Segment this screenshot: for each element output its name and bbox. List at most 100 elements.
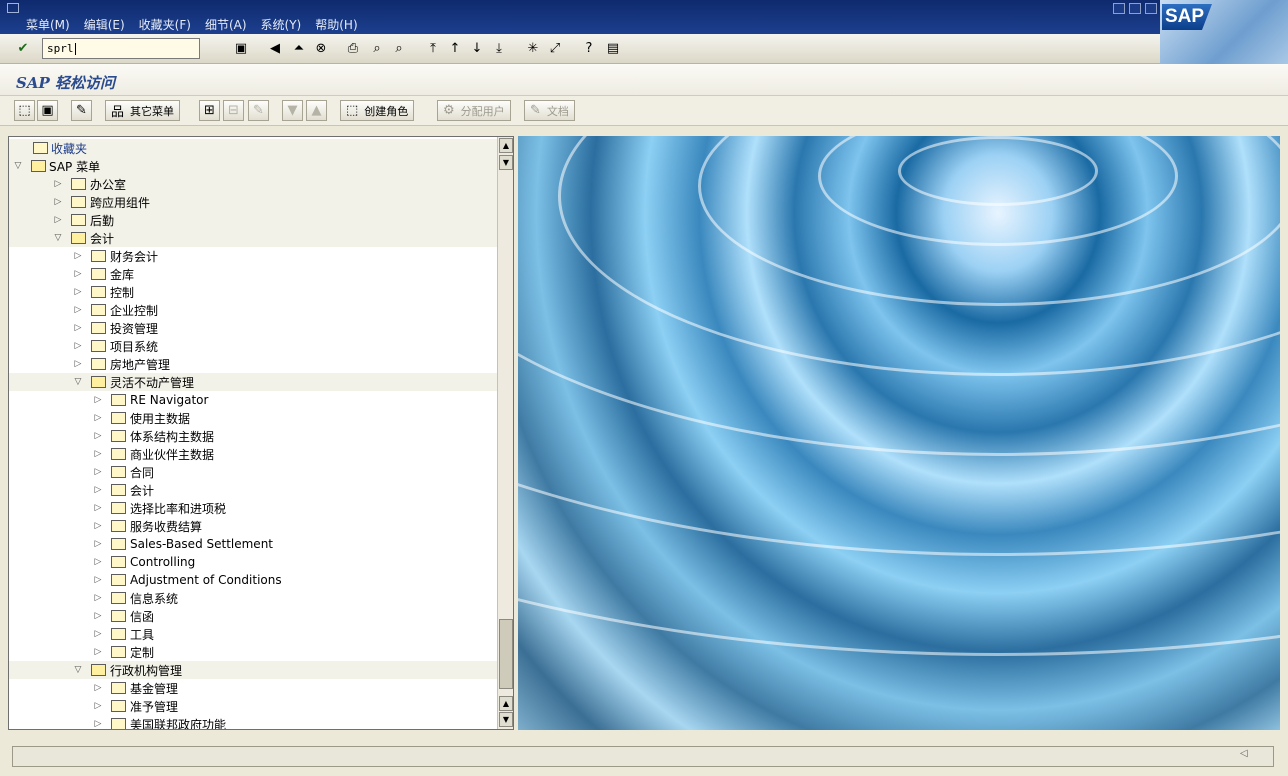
tree-node[interactable]: ▷ 选择比率和进项税	[9, 499, 497, 517]
tree-node[interactable]: ▷ 后勤	[9, 211, 497, 229]
last-page-icon[interactable]: ⤓	[490, 39, 508, 57]
expand-icon[interactable]: ▷	[93, 431, 103, 441]
tree-node[interactable]: ▷ 会计	[9, 481, 497, 499]
expand-icon[interactable]: ▷	[73, 359, 83, 369]
tree-node[interactable]: ▷ Adjustment of Conditions	[9, 571, 497, 589]
tree-node[interactable]: ▷ 使用主数据	[9, 409, 497, 427]
maximize-icon[interactable]	[1129, 3, 1141, 14]
menu-item[interactable]: 系统(Y)	[261, 16, 302, 33]
expand-icon[interactable]: ▷	[73, 323, 83, 333]
menu-item[interactable]: 收藏夹(F)	[139, 16, 191, 33]
expand-icon[interactable]: ▷	[73, 305, 83, 315]
scroll-up-icon[interactable]: ▲	[499, 138, 513, 153]
tree-node[interactable]: ▷ 信函	[9, 607, 497, 625]
print-icon[interactable]: ⎙	[344, 39, 362, 57]
tree-node[interactable]: ▷ 基金管理	[9, 679, 497, 697]
expand-icon[interactable]: ▷	[93, 557, 103, 567]
tree-node[interactable]: ▷ 美国联邦政府功能	[9, 715, 497, 729]
menu-item[interactable]: 菜单(M)	[26, 16, 70, 33]
expand-icon[interactable]: ▷	[93, 539, 103, 549]
sap-menu-icon[interactable]: ✎	[71, 100, 92, 121]
expand-icon[interactable]: ▷	[53, 197, 63, 207]
favorite-folder-icon[interactable]: ▣	[37, 100, 58, 121]
tree-node[interactable]: ▷ Sales-Based Settlement	[9, 535, 497, 553]
close-icon[interactable]	[1145, 3, 1157, 14]
prev-page-icon[interactable]: ↑	[446, 39, 464, 57]
menu-item[interactable]: 细节(A)	[205, 16, 247, 33]
menu-item[interactable]: 编辑(E)	[84, 16, 125, 33]
new-session-icon[interactable]: ✳	[524, 39, 542, 57]
expand-icon[interactable]: ▷	[53, 215, 63, 225]
tree-node[interactable]: ▷ 企业控制	[9, 301, 497, 319]
first-page-icon[interactable]: ⤒	[424, 39, 442, 57]
create-role-button[interactable]: ⬚ 创建角色	[340, 100, 415, 121]
tree-node[interactable]: ▽ 行政机构管理	[9, 661, 497, 679]
move-down-icon[interactable]: ▼	[282, 100, 303, 121]
expand-icon[interactable]: ▷	[93, 485, 103, 495]
layout-icon[interactable]: ▤	[604, 39, 622, 57]
collapse-icon[interactable]: ▽	[53, 233, 63, 243]
expand-icon[interactable]: ▷	[93, 503, 103, 513]
tree-node-sap-menu[interactable]: ▽ SAP 菜单	[9, 157, 497, 175]
assign-users-button[interactable]: ⚙ 分配用户	[437, 100, 511, 121]
scroll-down-icon[interactable]: ▼	[499, 712, 513, 727]
tree-node[interactable]: ▷ 信息系统	[9, 589, 497, 607]
expand-icon[interactable]: ▷	[73, 251, 83, 261]
expand-icon[interactable]: ▷	[93, 449, 103, 459]
move-up-icon[interactable]: ▲	[306, 100, 327, 121]
collapse-icon[interactable]: ▽	[73, 377, 83, 387]
scroll-down-icon[interactable]: ▼	[499, 155, 513, 170]
other-menu-button[interactable]: 品其它菜单	[105, 100, 181, 121]
exit-icon[interactable]: ⏶	[290, 39, 308, 57]
find-next-icon[interactable]: ⌕	[390, 39, 408, 57]
expand-icon[interactable]: ▷	[93, 701, 103, 711]
expand-icon[interactable]: ▷	[93, 611, 103, 621]
tree-node[interactable]: ▷ 商业伙伴主数据	[9, 445, 497, 463]
tree-node[interactable]: ▷ 服务收费结算	[9, 517, 497, 535]
tree-node[interactable]: ▷ 投资管理	[9, 319, 497, 337]
tree-node[interactable]: ▷ 跨应用组件	[9, 193, 497, 211]
window-icon[interactable]	[7, 3, 19, 13]
tree-scrollbar[interactable]: ▲ ▼ ▲ ▼	[497, 137, 513, 729]
tree-node[interactable]: ▷ 项目系统	[9, 337, 497, 355]
save-icon[interactable]: ▣	[232, 39, 250, 57]
tree-node[interactable]: ▷ 控制	[9, 283, 497, 301]
expand-icon[interactable]: ▷	[93, 467, 103, 477]
documentation-button[interactable]: ✎ 文档	[524, 100, 575, 121]
tree-node-favorites[interactable]: 收藏夹	[9, 139, 497, 157]
expand-icon[interactable]: ▷	[93, 719, 103, 729]
tree-node[interactable]: ▷ 金库	[9, 265, 497, 283]
expand-icon[interactable]: ▷	[93, 395, 103, 405]
scroll-up-icon[interactable]: ▲	[499, 696, 513, 711]
expand-icon[interactable]: ▷	[93, 647, 103, 657]
expand-icon[interactable]: ▷	[93, 413, 103, 423]
expand-icon[interactable]: ▷	[93, 593, 103, 603]
tree-node[interactable]: ▷ 定制	[9, 643, 497, 661]
minimize-icon[interactable]	[1113, 3, 1125, 14]
tree-node[interactable]: ▷ 准予管理	[9, 697, 497, 715]
expand-icon[interactable]: ▷	[93, 575, 103, 585]
expand-icon[interactable]: ▷	[73, 287, 83, 297]
find-icon[interactable]: ⌕	[368, 39, 386, 57]
help-icon[interactable]: ?	[580, 39, 598, 57]
delete-favorite-icon[interactable]: ⊟	[223, 100, 244, 121]
collapse-icon[interactable]: ▽	[73, 665, 83, 675]
add-favorite-icon[interactable]: ⬚	[14, 100, 35, 121]
tree-node[interactable]: ▷ 房地产管理	[9, 355, 497, 373]
command-field[interactable]: sprl	[42, 38, 200, 59]
menu-item[interactable]: 帮助(H)	[315, 16, 357, 33]
status-expand-icon[interactable]: ◁	[1240, 748, 1248, 759]
tree-node[interactable]: ▽ 灵活不动产管理	[9, 373, 497, 391]
collapse-icon[interactable]: ▽	[13, 161, 23, 171]
back-icon[interactable]: ◀	[266, 39, 284, 57]
expand-icon[interactable]: ▷	[53, 179, 63, 189]
expand-icon[interactable]: ▷	[93, 629, 103, 639]
scroll-thumb[interactable]	[499, 619, 513, 689]
shortcut-icon[interactable]: ⤢	[546, 39, 564, 57]
expand-icon[interactable]: ▷	[73, 341, 83, 351]
tree-node[interactable]: ▷ Controlling	[9, 553, 497, 571]
tree-node[interactable]: ▷ 体系结构主数据	[9, 427, 497, 445]
edit-favorites-icon[interactable]: ⊞	[199, 100, 220, 121]
tree-node[interactable]: ▷ 办公室	[9, 175, 497, 193]
tree-node[interactable]: ▷ 财务会计	[9, 247, 497, 265]
